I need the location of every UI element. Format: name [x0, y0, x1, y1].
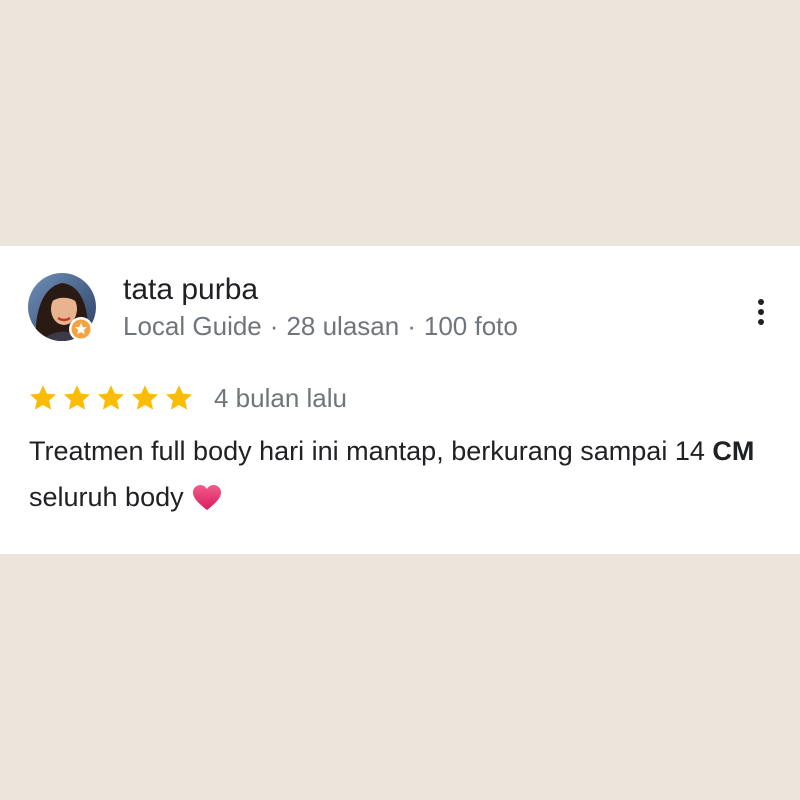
more-options-button[interactable] [744, 292, 778, 332]
avatar[interactable] [28, 273, 96, 341]
rating-row: 4 bulan lalu [28, 380, 347, 416]
local-guide-badge-icon [69, 317, 93, 341]
more-vert-dot [758, 309, 764, 315]
star-icon [30, 385, 56, 410]
star-icon [98, 385, 124, 410]
author-meta: Local Guide · 28 ulasan · 100 foto [123, 310, 518, 342]
author-name[interactable]: tata purba [123, 272, 258, 308]
review-time: 4 bulan lalu [214, 382, 347, 413]
star-icon [166, 385, 192, 410]
page: tata purba Local Guide · 28 ulasan · 100 fot… [0, 0, 800, 800]
review-text-part1: Treatmen full body hari ini mantap, berk… [29, 436, 713, 466]
separator: · [269, 311, 279, 341]
star-icon [132, 385, 158, 410]
more-vert-icon [758, 299, 764, 305]
review-text-bold: CM [712, 436, 755, 466]
heart-icon [192, 485, 221, 510]
local-guide-label: Local Guide [123, 311, 262, 341]
star-icon [64, 385, 90, 410]
review-text-part2: seluruh body [29, 482, 184, 512]
review-text: Treatmen full body hari ini mantap, berk… [29, 428, 779, 520]
reviews-count: 28 ulasan [286, 311, 400, 341]
star-rating [28, 383, 194, 413]
more-vert-dot [758, 319, 764, 325]
review-card: tata purba Local Guide · 28 ulasan · 100 fot… [0, 246, 800, 554]
photos-count: 100 foto [423, 311, 518, 341]
separator: · [407, 311, 416, 341]
